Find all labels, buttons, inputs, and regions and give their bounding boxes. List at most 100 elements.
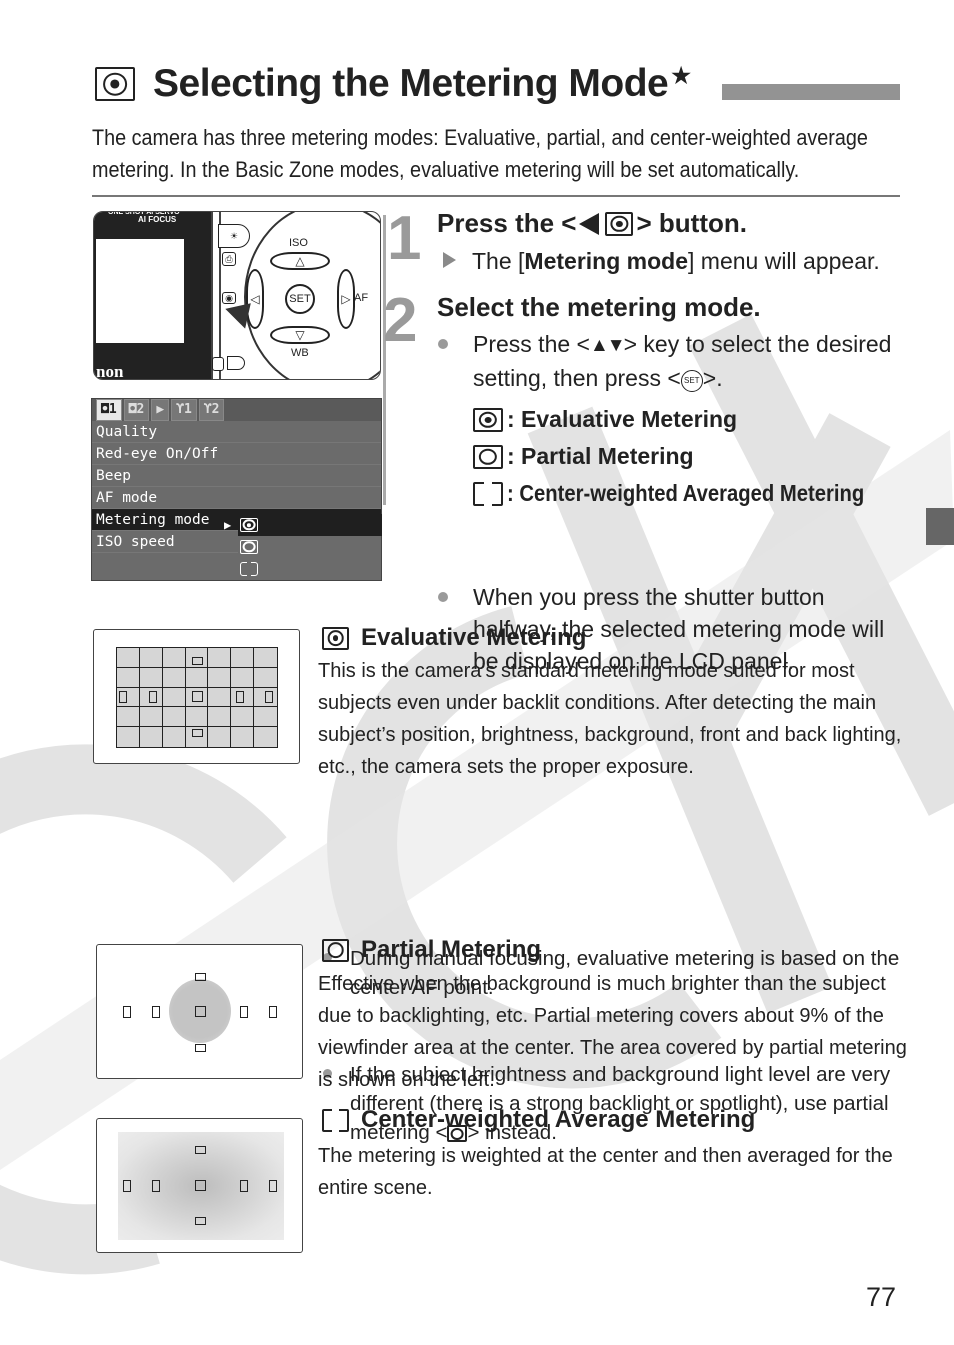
metering-zone	[185, 667, 209, 688]
af-point	[240, 1006, 248, 1018]
right-key: ▷	[337, 269, 355, 329]
print-icon: ⎙	[222, 252, 236, 266]
af-point	[123, 1006, 131, 1018]
set-button: SET	[285, 284, 315, 314]
metering-zone	[208, 648, 232, 668]
metering-zone	[231, 707, 255, 728]
af-point	[152, 1180, 160, 1192]
center-weighted-metering-diagram	[96, 1118, 303, 1253]
partial-heading-text: Partial Metering	[361, 936, 542, 963]
evaluative-heading-text: Evaluative Metering	[361, 624, 587, 651]
page-title-text: Selecting the Metering Mode	[153, 62, 669, 105]
metering-zone	[231, 667, 255, 688]
mode-center-weighted: : Center-weighted Averaged Metering	[473, 480, 913, 507]
af-point	[149, 691, 157, 703]
lcd-menu-screenshot: ◘1 ◘2 ▶ ϒ1 ϒ2 Quality Red-eye On/Off Bee…	[91, 398, 382, 581]
metering-zone	[139, 648, 163, 668]
evaluative-metering-icon	[605, 211, 634, 236]
title-bar	[722, 84, 900, 100]
menu-tabs: ◘1 ◘2 ▶ ϒ1 ϒ2	[92, 399, 381, 421]
evaluative-metering-icon	[95, 67, 135, 101]
page-number: 77	[866, 1282, 897, 1312]
metering-zone	[231, 648, 255, 668]
evaluative-body: This is the camera’s standard metering m…	[318, 660, 902, 778]
metering-zone	[117, 648, 140, 668]
center-weighted-icon	[322, 1107, 349, 1133]
step-1-result: The [Metering mode] menu will appear.	[443, 245, 880, 277]
up-down-keys-icon: ▲▼	[589, 335, 626, 356]
mode-center-weighted-label: : Center-weighted Averaged Metering	[507, 480, 865, 506]
evaluative-icon	[473, 407, 503, 432]
mode-evaluative: : Evaluative Metering	[473, 406, 737, 433]
center-weighted-heading-text: Center-weighted Average Metering	[361, 1106, 756, 1133]
menu-item-red-eye: Red-eye On/Off	[92, 443, 381, 465]
divider	[92, 195, 900, 197]
partial-icon	[240, 540, 258, 554]
step-number-1: 1	[387, 204, 422, 273]
metering-zone	[254, 707, 277, 728]
metering-zone	[254, 648, 277, 668]
lcd-af-label: AI FOCUS	[138, 215, 177, 224]
af-point	[265, 691, 273, 703]
metering-zone	[140, 727, 163, 747]
metering-zone	[208, 707, 232, 728]
menu-item-af-mode: AF mode	[92, 487, 381, 509]
option-partial	[238, 536, 382, 558]
menu-item-iso-speed: ISO speed	[92, 531, 238, 553]
metering-zone	[254, 727, 277, 747]
advanced-mark-icon: ★	[671, 63, 691, 88]
result-menu-name: Metering mode	[524, 248, 688, 274]
metering-zone	[117, 727, 140, 747]
metering-zone	[117, 667, 140, 688]
result-suffix: ] menu will appear.	[688, 248, 880, 274]
af-point	[195, 973, 206, 981]
metering-options: ▶	[224, 514, 382, 580]
mode-partial: : Partial Metering	[473, 443, 694, 470]
af-point	[152, 1006, 160, 1018]
metering-zone	[208, 687, 232, 708]
evaluative-icon	[240, 518, 258, 532]
center-weighted-icon	[473, 480, 503, 507]
metering-zone	[162, 648, 186, 668]
selection-arrow-icon: ▶	[224, 518, 232, 532]
metering-zone	[162, 687, 186, 708]
erase-button-icon	[227, 356, 245, 370]
result-arrow-icon	[443, 252, 456, 268]
set-button-icon: SET	[680, 370, 703, 392]
partial-icon	[473, 444, 503, 469]
af-point	[240, 1180, 248, 1192]
metering-zone	[162, 667, 186, 688]
partial-body: Effective when the background is much br…	[318, 973, 907, 1091]
evaluative-icon	[322, 626, 349, 650]
bullet-1-suffix: >.	[702, 365, 723, 391]
option-evaluative: ▶	[224, 514, 382, 536]
center-weighted-heading: Center-weighted Average Metering	[322, 1106, 755, 1134]
bullet-1-prefix: Press the <	[473, 331, 590, 357]
up-key: △	[270, 252, 330, 270]
af-point	[192, 691, 203, 702]
af-point	[269, 1180, 277, 1192]
center-weighted-icon	[240, 560, 258, 578]
af-point	[269, 1006, 277, 1018]
camera-brand: non	[96, 362, 124, 380]
af-point	[195, 1180, 206, 1191]
cf-icon	[212, 357, 224, 371]
menu-item-quality: Quality	[92, 421, 381, 443]
menu-tab-playback: ▶	[151, 399, 170, 421]
step-1-title: Press the < > button.	[437, 208, 747, 239]
mode-evaluative-label: : Evaluative Metering	[507, 406, 738, 432]
left-arrow-icon	[579, 212, 600, 235]
step-bar	[383, 215, 386, 505]
af-point	[195, 1217, 206, 1225]
af-point	[195, 1006, 206, 1017]
metering-zone	[117, 707, 140, 728]
evaluative-heading: Evaluative Metering	[322, 624, 586, 652]
step-1-title-prefix: Press the <	[437, 208, 577, 238]
metering-zone	[162, 707, 186, 728]
result-prefix: The [	[472, 248, 525, 274]
mode-partial-label: : Partial Metering	[507, 443, 694, 469]
metering-zone	[208, 667, 232, 688]
iso-label: ISO	[289, 237, 308, 249]
af-label: AF	[354, 292, 369, 304]
menu-tab-shooting-1: ◘1	[96, 399, 122, 421]
